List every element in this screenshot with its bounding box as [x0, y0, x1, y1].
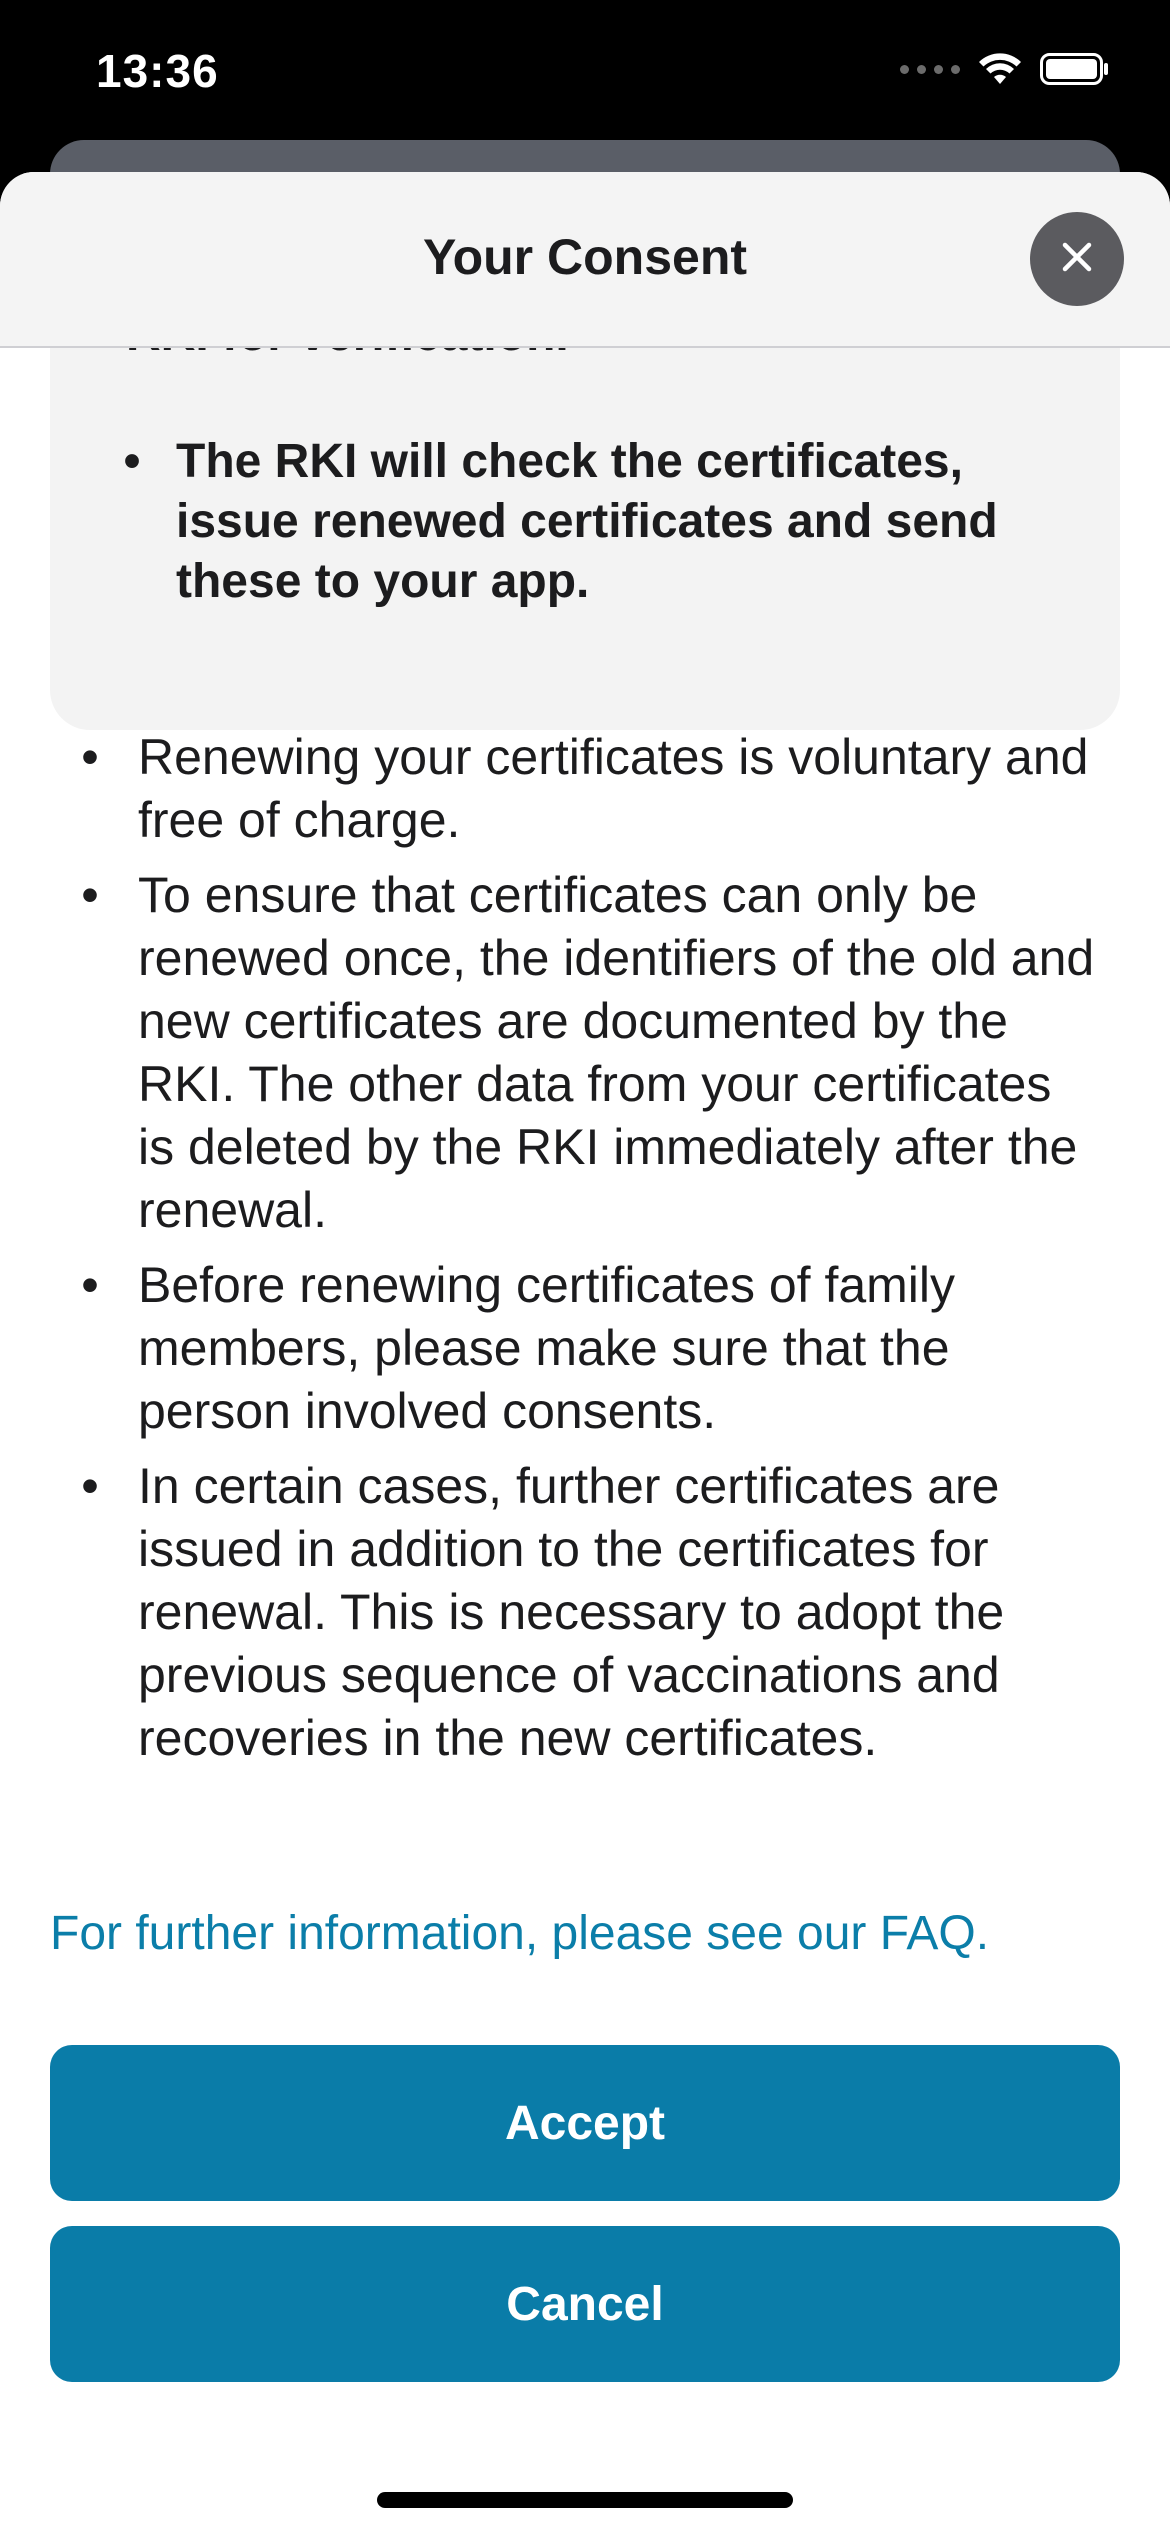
consent-scroll-area[interactable]: RKI for verification. • The RKI will che… [0, 346, 1170, 1994]
bullet: • [81, 729, 99, 785]
close-button[interactable] [1030, 212, 1124, 306]
list-item: • Renewing your certificates is voluntar… [70, 726, 1100, 852]
list-item-text: Renewing your certificates is voluntary … [138, 729, 1089, 848]
accept-button[interactable]: Accept [50, 2045, 1120, 2201]
sheet-header: Your Consent [0, 172, 1170, 348]
faq-link[interactable]: For further information, please see our … [50, 1902, 1120, 1994]
info-partial-text: RKI for verification. [126, 346, 569, 364]
battery-icon [1040, 53, 1110, 85]
bullet: • [123, 435, 141, 488]
bullet: • [81, 1257, 99, 1313]
close-icon [1057, 237, 1097, 282]
status-bar: 13:36 [0, 0, 1170, 150]
list-item: • In certain cases, further certificates… [70, 1455, 1100, 1770]
status-time: 13:36 [96, 45, 219, 97]
bullet: • [81, 1458, 99, 1514]
consent-sheet: Your Consent RKI for verification. • The… [0, 172, 1170, 2532]
cancel-button[interactable]: Cancel [50, 2226, 1120, 2382]
list-item: • To ensure that certificates can only b… [70, 864, 1100, 1242]
list-item-text: Before renewing certificates of family m… [138, 1257, 956, 1439]
list-item-text: To ensure that certificates can only be … [138, 867, 1095, 1238]
body-list: • Renewing your certificates is voluntar… [70, 726, 1100, 1782]
home-indicator [377, 2492, 793, 2508]
info-list: • The RKI will check the certificates, i… [112, 432, 1042, 612]
bullet: • [81, 867, 99, 923]
list-item: • The RKI will check the certificates, i… [112, 432, 1042, 612]
list-item-text: The RKI will check the certificates, iss… [176, 435, 998, 608]
wifi-icon [978, 52, 1022, 86]
status-icons [900, 52, 1110, 86]
cellular-signal-icon [900, 64, 960, 74]
page-title: Your Consent [422, 229, 748, 285]
list-item: • Before renewing certificates of family… [70, 1254, 1100, 1443]
list-item-text: In certain cases, further certificates a… [138, 1458, 1005, 1766]
